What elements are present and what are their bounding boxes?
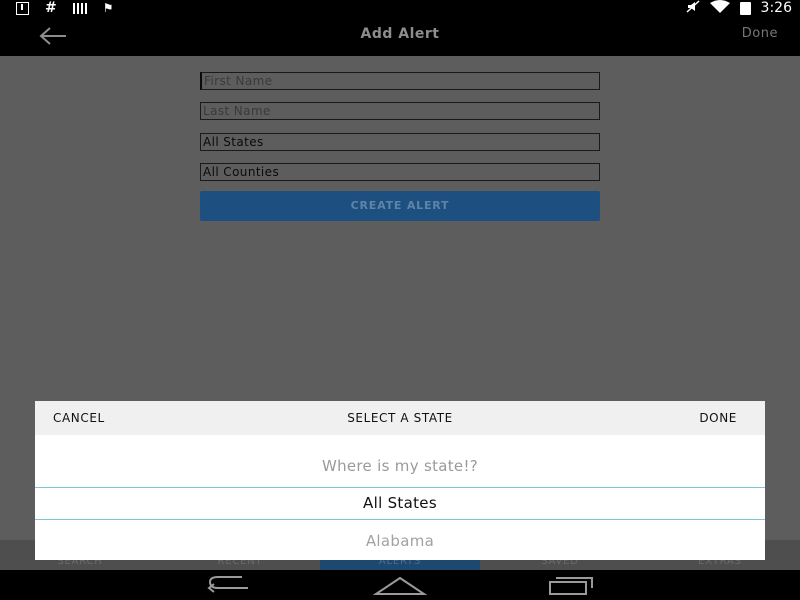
picker-title: SELECT A STATE: [347, 411, 453, 425]
header-done-button[interactable]: Done: [742, 26, 778, 41]
picker-divider-bottom: [35, 519, 765, 520]
picker-divider-top: [35, 487, 765, 488]
picker-option[interactable]: Alabama: [35, 532, 765, 550]
recent-apps-nav-icon[interactable]: [540, 574, 600, 596]
status-bar: # ⚑ 3:26: [0, 0, 800, 17]
picker-hint: Where is my state!?: [321, 457, 479, 475]
county-select[interactable]: All Counties: [200, 163, 600, 181]
battery-icon: [739, 2, 751, 15]
app-header: Add Alert Done: [0, 17, 800, 56]
mute-icon: [686, 0, 700, 17]
picker-header: CANCEL SELECT A STATE DONE: [35, 401, 765, 435]
barcode-icon: [72, 3, 87, 14]
page-title: Add Alert: [360, 26, 440, 42]
hashtag-icon: #: [45, 0, 57, 16]
picker-done-button[interactable]: DONE: [699, 411, 737, 425]
status-right-icons: 3:26: [686, 0, 792, 17]
home-nav-icon[interactable]: [370, 574, 430, 596]
create-alert-button[interactable]: CREATE ALERT: [200, 191, 600, 221]
state-picker: CANCEL SELECT A STATE DONE Where is my s…: [35, 401, 765, 560]
first-name-field[interactable]: First Name: [200, 72, 600, 90]
back-nav-icon[interactable]: [200, 574, 260, 596]
status-left-icons: # ⚑: [16, 1, 114, 16]
download-icon: [16, 2, 29, 15]
picker-option-selected[interactable]: All States: [35, 494, 765, 512]
flag-icon: ⚑: [102, 1, 114, 15]
wifi-icon: [709, 0, 730, 17]
navigation-bar: [0, 570, 800, 600]
state-select[interactable]: All States: [200, 133, 600, 151]
clock: 3:26: [760, 0, 792, 16]
last-name-field[interactable]: Last Name: [200, 102, 600, 120]
